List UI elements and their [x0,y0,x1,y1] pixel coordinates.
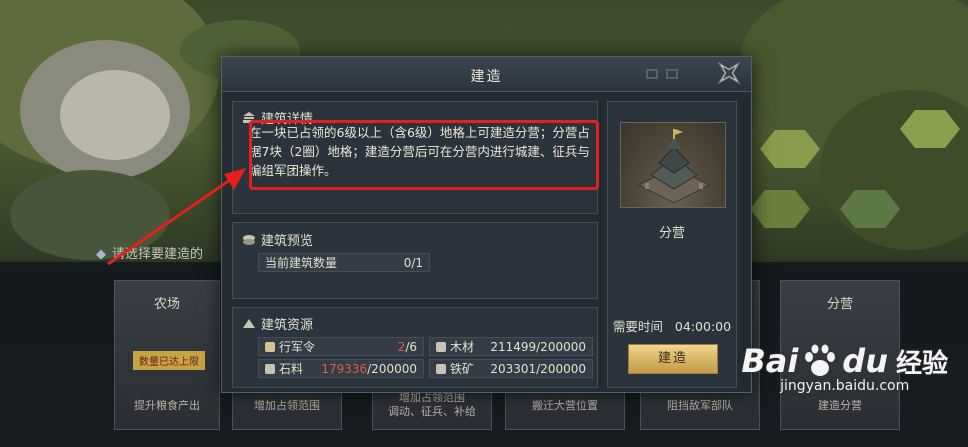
card-desc: 增加占领范围 调动、征兵、补给 [388,391,476,418]
card-title: 农场 [153,297,180,312]
iron-icon [436,363,446,374]
building-count-row: 当前建筑数量 0/1 [258,253,430,272]
preview-title-label: 建筑预览 [261,234,314,249]
limit-reached-badge: 数量已达上限 [133,351,205,370]
resource-row-march-token: 行军令 2/6 [258,337,424,356]
time-label: 需要时间 [612,319,663,334]
card-desc: 增加占领范围 [254,399,320,412]
resource-label: 行军令 [279,340,316,354]
card-desc: 提升粮食产出 [134,399,200,412]
building-resources-section: 建筑资源 行军令 2/6 木材 211499/200000 石料 179336/… [232,307,598,388]
resource-current: 211499 [490,339,537,354]
building-card-farm[interactable]: 农场 数量已达上限 提升粮食产出 [114,280,220,430]
resources-icon [243,319,255,328]
card-title: 分营 [826,297,853,312]
march-token-icon [265,341,275,352]
resource-current: 203301 [490,361,537,376]
watermark-logo: Bai du 经验 [741,342,948,380]
dialog-title: 建造 [470,69,503,85]
close-button[interactable] [711,55,747,91]
building-preview-section: 建筑预览 当前建筑数量 0/1 [232,222,598,299]
resource-total: /200000 [536,361,586,376]
resource-label: 木材 [450,340,475,354]
resource-total: /200000 [536,339,586,354]
watermark-url: jingyan.baidu.com [780,378,910,394]
resource-row-wood: 木材 211499/200000 [429,337,593,356]
resource-row-iron: 铁矿 203301/200000 [429,359,593,378]
building-name: 分营 [658,226,685,241]
baidu-watermark: Bai du 经验 jingyan.baidu.com [741,342,948,394]
card-desc: 建造分营 [818,399,862,412]
resource-total: /6 [405,339,417,354]
stone-icon [265,363,275,374]
annotation-highlight-box [249,120,599,190]
resource-row-stone: 石料 179336/200000 [258,359,424,378]
branch-camp-image [637,129,711,204]
dialog-header: 建造 [222,57,751,92]
count-value: 0/1 [403,255,423,270]
card-desc: 阻挡敌军部队 [667,399,733,412]
count-label: 当前建筑数量 [265,256,338,270]
building-thumbnail [620,122,726,208]
time-value: 04:00:00 [674,319,732,334]
resources-title: 建筑资源 [243,314,313,333]
baidu-paw-icon [805,344,836,376]
resource-total: /200000 [367,361,417,376]
build-dialog: 建造 建筑详情 在一块已占领的6级以上（含6级）地格上可建造分营；分营占据7块（… [221,56,752,393]
card-desc: 搬迁大营位置 [532,399,598,412]
resources-title-label: 建筑资源 [261,318,314,333]
build-time: 需要时间 04:00:00 [608,316,736,335]
wood-icon [436,341,446,352]
close-icon [717,61,741,85]
resource-label: 石料 [279,362,304,376]
resource-current: 179336 [321,361,368,376]
resource-label: 铁矿 [450,362,475,376]
annotation-arrow-icon [107,168,246,266]
building-side-panel: 分营 需要时间 04:00:00 建造 [607,101,737,388]
build-button[interactable]: 建造 [628,344,718,374]
